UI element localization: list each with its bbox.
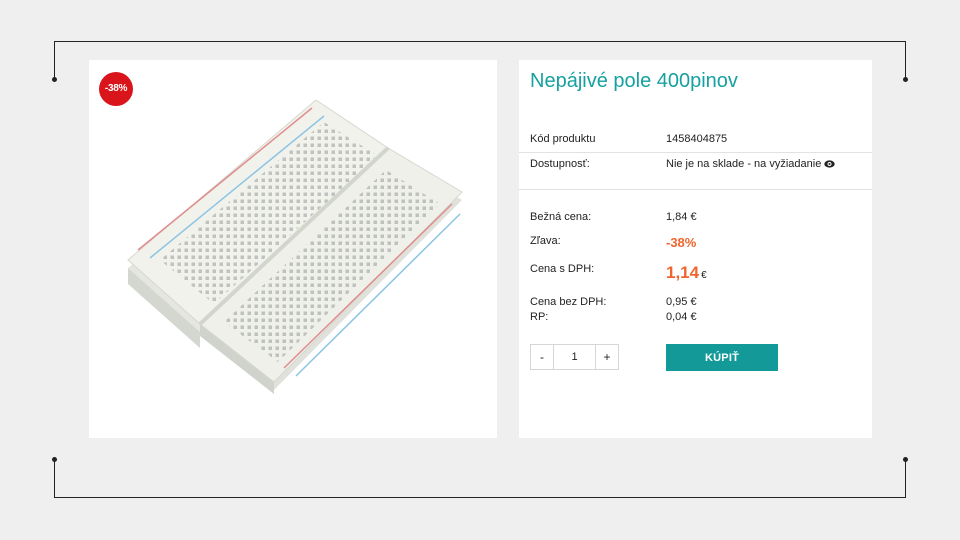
quantity-input[interactable] [554, 345, 595, 369]
divider [519, 152, 872, 153]
buy-button[interactable]: KÚPIŤ [666, 344, 778, 371]
frame-dot [52, 457, 57, 462]
frame-bottom-left-tick [54, 460, 55, 498]
price-vat-currency: € [701, 270, 707, 281]
price-vat-value: 1,14 [666, 263, 700, 282]
product-title: Nepájivé pole 400pinov [530, 70, 738, 92]
frame-top-right-tick [905, 41, 906, 79]
quantity-stepper: - + [530, 344, 619, 370]
frame-dot [903, 457, 908, 462]
price-vat: 1,14 € [666, 263, 707, 283]
frame-bottom-line [54, 497, 906, 498]
frame-bottom-right-tick [905, 460, 906, 498]
quantity-increase-button[interactable]: + [595, 345, 618, 369]
regular-price-label: Bežná cena: [530, 211, 592, 223]
product-code-value: 1458404875 [666, 133, 728, 145]
regular-price-value: 1,84 € [666, 211, 697, 223]
quantity-decrease-button[interactable]: - [531, 345, 554, 369]
frame-top-line [54, 41, 906, 42]
discount-label: Zľava: [530, 235, 561, 247]
price-novat-value: 0,95 € [666, 296, 697, 308]
divider [519, 189, 872, 190]
rp-value: 0,04 € [666, 311, 697, 323]
price-vat-label: Cena s DPH: [530, 263, 595, 275]
frame-dot [52, 77, 57, 82]
rp-label: RP: [530, 311, 549, 323]
availability-label: Dostupnosť: [530, 158, 590, 170]
availability-value: Nie je na sklade - na vyžiadanie [666, 158, 822, 170]
frame-dot [903, 77, 908, 82]
eye-icon[interactable] [824, 160, 836, 168]
breadboard-product-image[interactable] [120, 100, 470, 400]
availability-row: Nie je na sklade - na vyžiadanie [666, 158, 836, 170]
discount-value: -38% [666, 235, 697, 250]
price-novat-label: Cena bez DPH: [530, 296, 607, 308]
frame-top-left-tick [54, 41, 55, 79]
product-code-label: Kód produktu [530, 133, 596, 145]
